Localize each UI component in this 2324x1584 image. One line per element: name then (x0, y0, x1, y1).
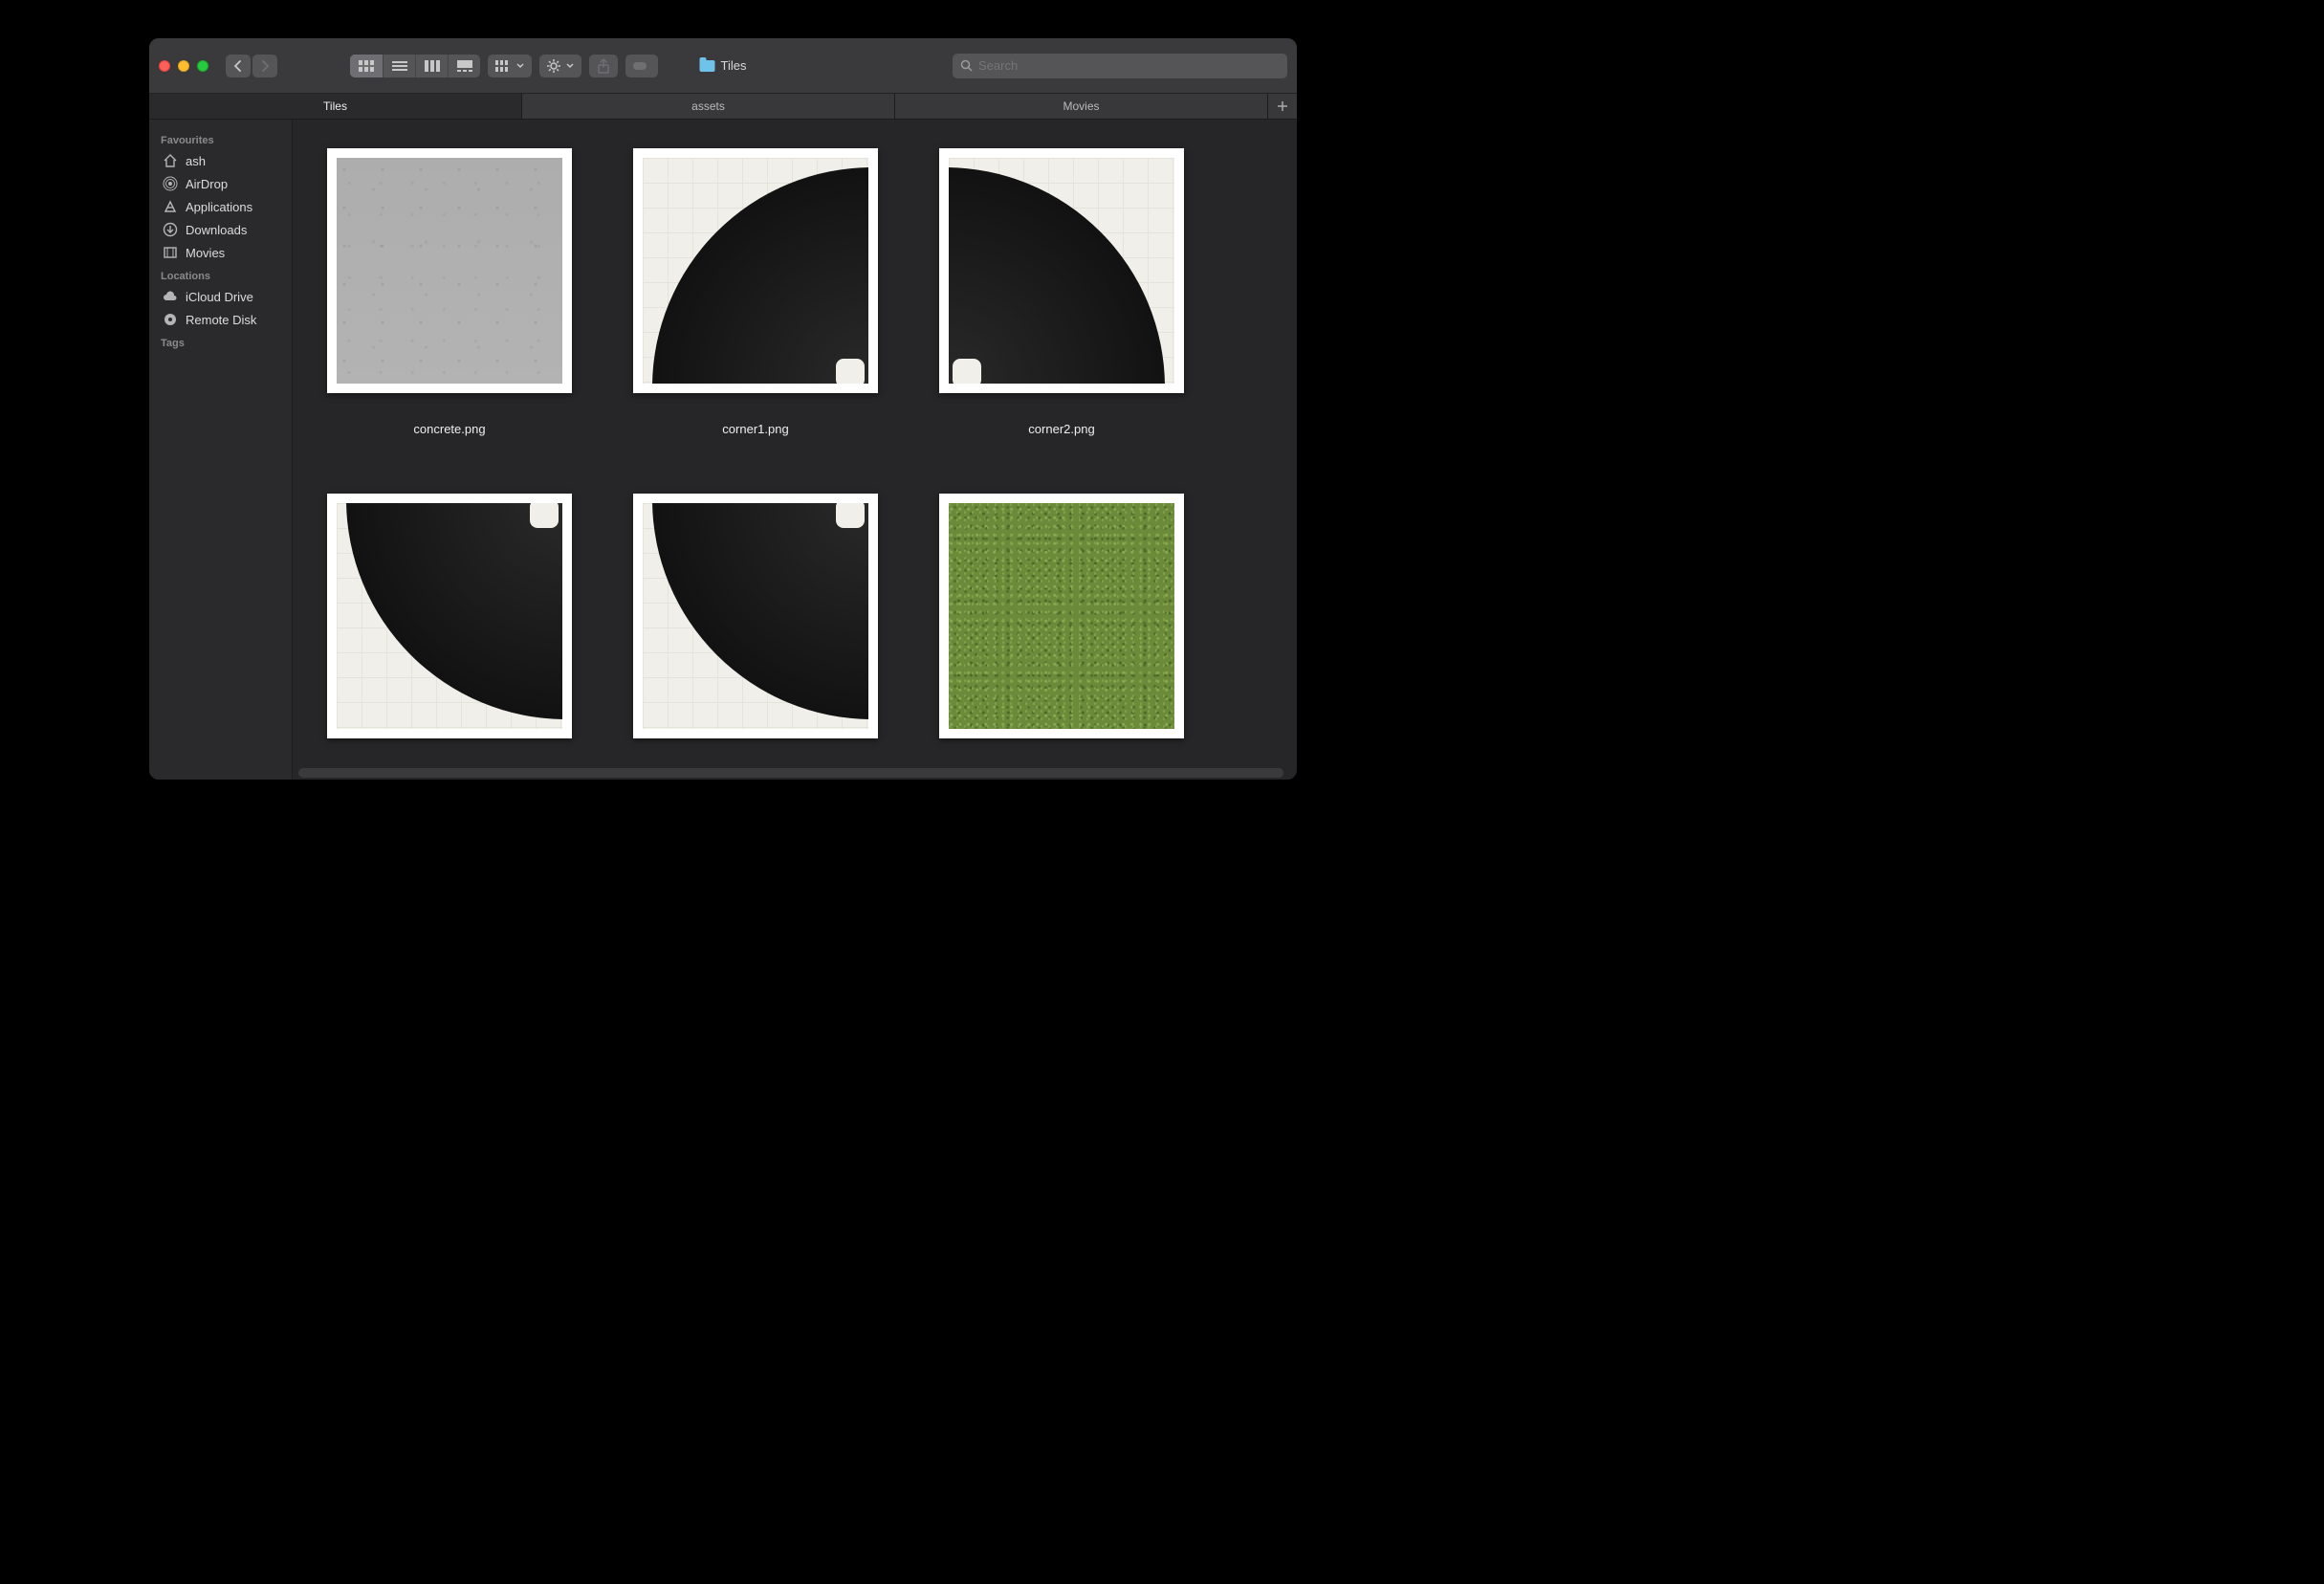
thumbnail (327, 494, 572, 738)
disk-icon (163, 312, 178, 327)
share-icon (597, 58, 610, 74)
thumbnail (939, 148, 1184, 393)
chevron-right-icon (260, 60, 270, 72)
sidebar-item-label: Downloads (186, 223, 247, 237)
sidebar-item-movies[interactable]: Movies (157, 242, 292, 263)
search-input[interactable] (978, 58, 1280, 73)
corner-texture (643, 158, 868, 384)
file-item[interactable]: corner2.png (939, 148, 1184, 436)
share-button[interactable] (589, 55, 618, 77)
concrete-texture (337, 158, 562, 384)
columns-icon (425, 60, 440, 72)
tab-tiles[interactable]: Tiles (149, 94, 522, 119)
airdrop-icon (163, 176, 178, 191)
tab-bar: Tiles assets Movies (149, 94, 1297, 120)
sidebar-item-applications[interactable]: Applications (157, 196, 292, 217)
action-menu-button[interactable] (539, 55, 581, 77)
downloads-icon (163, 222, 178, 237)
sidebar-header-favourites: Favourites (157, 129, 292, 148)
view-gallery-button[interactable] (448, 55, 480, 77)
file-item[interactable]: concrete.png (327, 148, 572, 436)
view-icon-button[interactable] (350, 55, 383, 77)
corner-texture (949, 158, 1174, 384)
sidebar-item-label: iCloud Drive (186, 290, 253, 304)
view-list-button[interactable] (383, 55, 415, 77)
file-item[interactable] (633, 494, 878, 767)
thumbnail (633, 494, 878, 738)
grass-texture (949, 503, 1174, 729)
chevron-down-icon (516, 63, 524, 69)
search-field[interactable] (953, 54, 1287, 78)
view-mode-segment (350, 55, 480, 77)
file-name: corner1.png (722, 422, 788, 436)
search-icon (960, 59, 973, 72)
sidebar-item-label: AirDrop (186, 177, 228, 191)
corner-texture (643, 503, 868, 729)
window-controls (159, 60, 208, 72)
forward-button[interactable] (252, 55, 277, 77)
tag-icon (633, 60, 650, 72)
tab-label: assets (691, 99, 725, 113)
tab-label: Movies (1063, 99, 1099, 113)
sidebar-item-label: Movies (186, 246, 225, 260)
plus-icon (1277, 100, 1288, 112)
file-name: corner2.png (1028, 422, 1094, 436)
window-title: Tiles (700, 58, 747, 73)
sidebar-header-locations: Locations (157, 265, 292, 284)
view-column-button[interactable] (415, 55, 448, 77)
file-name: concrete.png (413, 422, 485, 436)
back-button[interactable] (226, 55, 251, 77)
sidebar-item-icloud[interactable]: iCloud Drive (157, 286, 292, 307)
content-area[interactable]: concrete.png corner1.png (293, 120, 1297, 780)
tab-assets[interactable]: assets (522, 94, 895, 119)
chevron-left-icon (233, 60, 243, 72)
tab-label: Tiles (323, 99, 347, 113)
sidebar-item-downloads[interactable]: Downloads (157, 219, 292, 240)
close-window-button[interactable] (159, 60, 170, 72)
new-tab-button[interactable] (1268, 94, 1297, 119)
icon-grid: concrete.png corner1.png (293, 120, 1297, 780)
tab-movies[interactable]: Movies (895, 94, 1268, 119)
thumbnail (327, 148, 572, 393)
file-item[interactable] (327, 494, 572, 767)
finder-window: Tiles Tiles assets Movies Favourites ash (149, 38, 1297, 780)
home-icon (163, 153, 178, 168)
folder-icon (700, 60, 715, 72)
sidebar-item-label: ash (186, 154, 206, 168)
applications-icon (163, 199, 178, 214)
sidebar-item-label: Applications (186, 200, 252, 214)
titlebar: Tiles (149, 38, 1297, 94)
arrange-menu-button[interactable] (488, 55, 532, 77)
sidebar: Favourites ash AirDrop Applications Down… (149, 120, 293, 780)
sidebar-item-label: Remote Disk (186, 313, 256, 327)
sidebar-item-airdrop[interactable]: AirDrop (157, 173, 292, 194)
cloud-icon (163, 289, 178, 304)
list-icon (392, 60, 407, 72)
window-title-text: Tiles (721, 58, 747, 73)
arrange-icon (495, 60, 511, 72)
grid-icon (359, 60, 374, 72)
sidebar-item-home[interactable]: ash (157, 150, 292, 171)
file-item[interactable] (939, 494, 1184, 767)
thumbnail (633, 148, 878, 393)
chevron-down-icon (566, 63, 574, 69)
minimize-window-button[interactable] (178, 60, 189, 72)
sidebar-header-tags: Tags (157, 332, 292, 351)
movies-icon (163, 245, 178, 260)
gallery-icon (457, 60, 472, 72)
fullscreen-window-button[interactable] (197, 60, 208, 72)
corner-texture (337, 503, 562, 729)
horizontal-scrollbar[interactable] (298, 768, 1283, 778)
sidebar-item-remote-disk[interactable]: Remote Disk (157, 309, 292, 330)
thumbnail (939, 494, 1184, 738)
gear-icon (547, 59, 560, 73)
tags-button[interactable] (625, 55, 658, 77)
nav-buttons (226, 55, 277, 77)
file-item[interactable]: corner1.png (633, 148, 878, 436)
window-body: Favourites ash AirDrop Applications Down… (149, 120, 1297, 780)
